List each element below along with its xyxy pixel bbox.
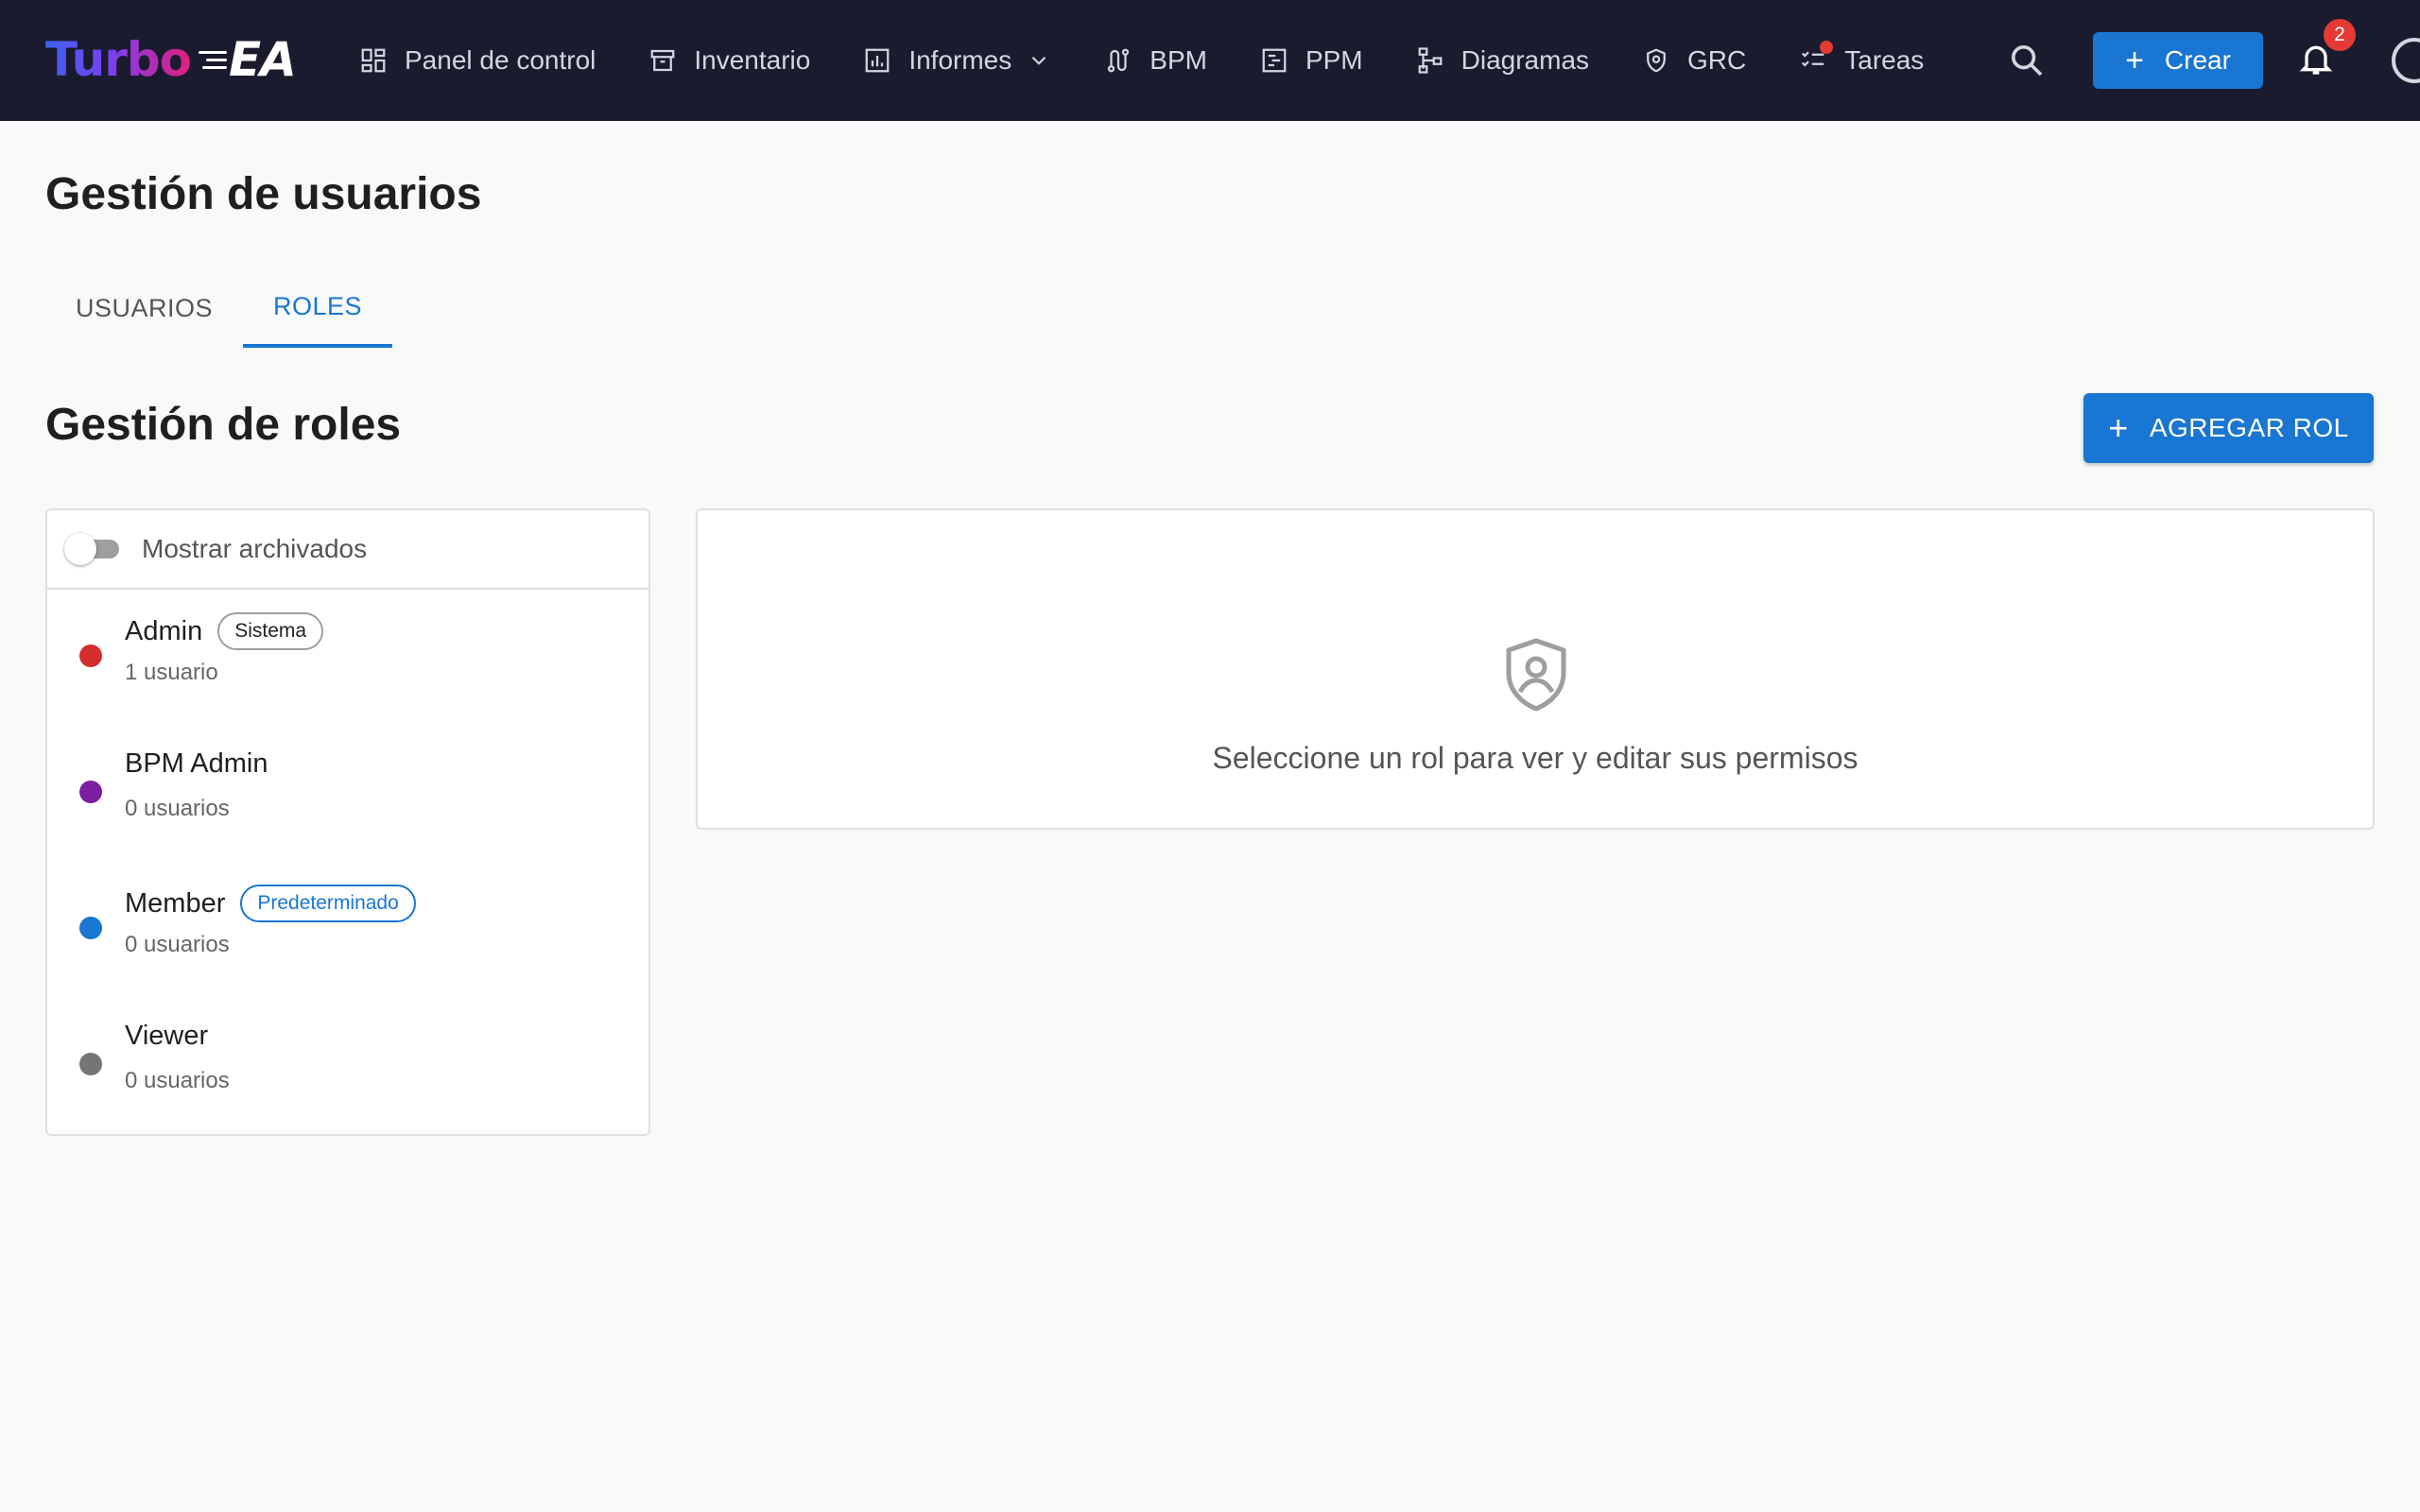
role-name: Viewer <box>125 1021 209 1051</box>
nav-label: Informes <box>908 45 1012 75</box>
role-name: BPM Admin <box>125 748 268 779</box>
role-name-row: Viewer <box>125 1021 208 1052</box>
empty-state-message: Seleccione un rol para ver y editar sus … <box>1212 741 1858 775</box>
nav-item-inventory[interactable]: Inventario <box>648 32 810 89</box>
role-item-viewer[interactable]: Viewer 0 usuarios <box>47 998 648 1134</box>
dashboard-icon <box>361 48 386 73</box>
roles-list-panel: Mostrar archivados Admin Sistema 1 usuar… <box>45 508 650 1136</box>
nav-item-bpm[interactable]: BPM <box>1104 32 1207 89</box>
top-navigation-bar: Turbo EA Panel de control Inventario Inf… <box>0 0 2420 121</box>
show-archived-toggle[interactable] <box>64 533 123 565</box>
logo-speed-lines <box>197 47 228 72</box>
role-item-admin[interactable]: Admin Sistema 1 usuario <box>47 590 648 726</box>
show-archived-label: Mostrar archivados <box>142 534 368 563</box>
toggle-thumb <box>64 533 96 565</box>
role-name-row: Member Predeterminado <box>125 885 416 922</box>
role-color-dot <box>79 781 102 803</box>
nav-label: BPM <box>1150 45 1207 75</box>
user-avatar[interactable] <box>2392 38 2420 83</box>
role-name-row: Admin Sistema <box>125 612 324 650</box>
create-button[interactable]: + Crear <box>2093 32 2263 89</box>
role-name: Member <box>125 887 226 919</box>
role-name: Admin <box>125 615 203 646</box>
create-button-label: Crear <box>2164 45 2231 75</box>
role-name-row: BPM Admin <box>125 748 268 780</box>
gantt-icon <box>1262 48 1287 73</box>
nav-item-reports[interactable]: Informes <box>863 32 1051 89</box>
shield-icon <box>1647 48 1666 73</box>
logo-text-ea: EA <box>229 32 297 87</box>
route-icon <box>1108 48 1130 73</box>
archive-icon <box>650 49 675 72</box>
role-color-dot <box>79 1053 102 1075</box>
nav-item-dashboard[interactable]: Panel de control <box>359 32 596 89</box>
nav-label: Inventario <box>694 45 811 75</box>
bar-chart-icon <box>865 48 890 73</box>
main-nav: Panel de control Inventario Informes BPM <box>359 0 1924 121</box>
add-role-button[interactable]: + AGREGAR ROL <box>2083 393 2374 463</box>
role-item-bpm-admin[interactable]: BPM Admin 0 usuarios <box>47 726 648 862</box>
search-icon[interactable] <box>2008 42 2046 79</box>
role-system-chip: Sistema <box>217 612 324 650</box>
nav-label: Panel de control <box>405 45 596 75</box>
role-user-count: 1 usuario <box>125 660 218 685</box>
tasks-icon-wrapper <box>1799 41 1844 75</box>
role-user-count: 0 usuarios <box>125 932 230 957</box>
tab-bar: USUARIOS ROLES <box>45 268 393 348</box>
role-detail-panel: Seleccione un rol para ver y editar sus … <box>696 508 2375 830</box>
page-title: Gestión de usuarios <box>45 169 482 219</box>
nav-item-tasks[interactable]: Tareas <box>1799 32 1924 89</box>
nav-label: Diagramas <box>1461 45 1590 75</box>
nav-item-diagrams[interactable]: Diagramas <box>1416 32 1589 89</box>
role-color-dot <box>79 644 102 667</box>
app-logo[interactable]: Turbo EA <box>45 28 297 91</box>
add-role-button-label: AGREGAR ROL <box>2149 413 2349 442</box>
role-item-member[interactable]: Member Predeterminado 0 usuarios <box>47 862 648 998</box>
chevron-down-icon <box>1031 56 1046 65</box>
nav-item-ppm[interactable]: PPM <box>1260 32 1363 89</box>
notification-count-badge: 2 <box>2324 19 2356 51</box>
plus-icon: + <box>2125 43 2144 78</box>
shield-user-icon <box>1506 638 1566 712</box>
role-user-count: 0 usuarios <box>125 1068 230 1093</box>
section-title: Gestión de roles <box>45 400 402 450</box>
tasks-alert-dot <box>1820 41 1834 54</box>
nav-item-grc[interactable]: GRC <box>1642 32 1746 89</box>
nav-label: PPM <box>1305 45 1363 75</box>
tab-users[interactable]: USUARIOS <box>45 268 243 348</box>
diagram-icon <box>1418 47 1443 74</box>
show-archived-row: Mostrar archivados <box>47 510 648 590</box>
plus-icon: + <box>2108 408 2129 447</box>
role-default-chip: Predeterminado <box>240 885 416 922</box>
logo-text-turbo: Turbo <box>45 32 192 87</box>
role-user-count: 0 usuarios <box>125 796 230 821</box>
tab-roles[interactable]: ROLES <box>243 268 393 348</box>
nav-label: Tareas <box>1844 45 1925 75</box>
role-color-dot <box>79 917 102 939</box>
nav-label: GRC <box>1687 45 1747 75</box>
